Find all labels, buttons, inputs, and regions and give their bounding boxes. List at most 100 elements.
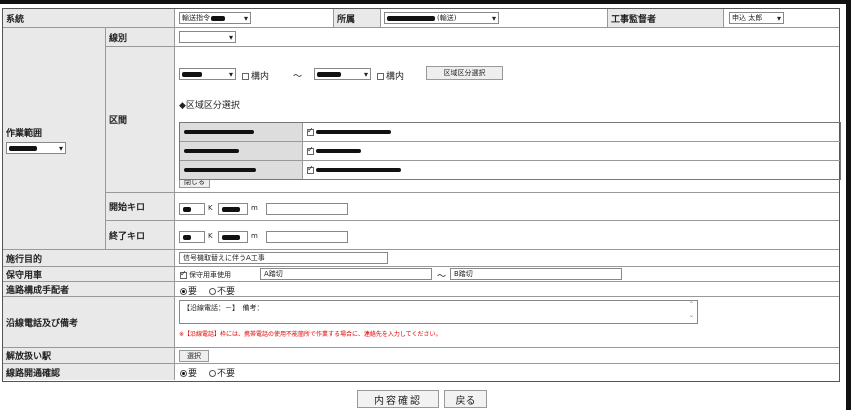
vehicle-tilde: ～ — [437, 272, 447, 282]
within-station-1[interactable]: 構内 — [242, 69, 269, 82]
scroll-down-icon[interactable]: ⌄ — [689, 312, 695, 319]
subsection-checkbox[interactable] — [307, 145, 314, 155]
chevron-down-icon: ▾ — [228, 70, 233, 79]
track-guard-row: 進路構成手配者 要 不要 — [3, 282, 839, 297]
section-to-select[interactable]: ▾ — [314, 68, 371, 80]
start-km-row: 開始キロ K m — [106, 193, 839, 221]
redacted-text — [183, 206, 191, 212]
track-guard-yes[interactable]: 要 — [180, 284, 197, 297]
end-m-input[interactable] — [218, 231, 248, 243]
application-form: 系統 輸送指令 ▾ 所属 (輸送) ▾ 工事監督者 申込 太郎 ▾ 作業範囲 ▾… — [2, 8, 841, 382]
vehicle-use[interactable]: 保守用車使用 — [180, 269, 231, 280]
chevron-down-icon: ▾ — [363, 70, 368, 79]
section-select-title: ◆区域区分選択 — [179, 101, 240, 111]
redacted-text — [222, 206, 240, 212]
subsection-checkbox[interactable] — [307, 126, 314, 136]
scroll-up-icon[interactable]: ⌃ — [689, 301, 695, 308]
purpose-input[interactable]: 信号機取替えに伴うA工事 — [179, 252, 388, 264]
end-k-input[interactable] — [179, 231, 205, 243]
redacted-text — [387, 15, 435, 21]
section-tilde: ～ — [293, 72, 303, 82]
top-border — [0, 0, 851, 4]
purpose-row: 施行目的 信号機取替えに伴うA工事 — [3, 250, 839, 267]
work-range-cell: 作業範囲 ▾ — [3, 28, 106, 250]
start-m-input[interactable] — [218, 203, 248, 215]
section-from-select[interactable]: ▾ — [179, 68, 236, 80]
back-button[interactable]: 戻る — [444, 390, 487, 408]
start-m-unit: m — [251, 204, 258, 212]
supervisor-select[interactable]: 申込 太郎 ▾ — [729, 12, 784, 24]
within-station-1-checkbox[interactable] — [242, 73, 249, 80]
section-select-button[interactable]: 区域区分選択 — [426, 66, 503, 80]
radio-yes[interactable] — [180, 288, 187, 295]
redacted-text — [316, 168, 401, 172]
subsection-right[interactable] — [303, 142, 840, 160]
subsection-left — [180, 123, 303, 141]
system-label: 系統 — [3, 9, 175, 27]
subsection-row — [180, 142, 840, 161]
redacted-text — [9, 145, 37, 151]
radio-no-label: 不要 — [217, 369, 236, 379]
radio-yes[interactable] — [180, 370, 187, 377]
vehicle-to-input[interactable]: B踏切 — [450, 268, 622, 280]
line-open-label: 線路開通確認 — [3, 364, 175, 380]
redacted-text — [184, 149, 239, 153]
redacted-text — [182, 71, 202, 77]
within-station-1-label: 構内 — [251, 72, 270, 82]
affiliation-select[interactable]: (輸送) ▾ — [384, 12, 499, 24]
redacted-text — [316, 130, 391, 134]
vehicle-checkbox[interactable] — [180, 269, 187, 279]
supervisor-value: 申込 太郎 — [732, 14, 763, 22]
within-station-2-checkbox[interactable] — [377, 73, 384, 80]
vehicle-row: 保守用車 保守用車使用 A踏切 ～ B踏切 — [3, 267, 839, 282]
form-page: 系統 輸送指令 ▾ 所属 (輸送) ▾ 工事監督者 申込 太郎 ▾ 作業範囲 ▾… — [0, 0, 851, 410]
redacted-text — [211, 15, 225, 21]
release-station-select-button[interactable]: 選択 — [179, 350, 209, 362]
end-km-label: 終了キロ — [106, 221, 175, 249]
system-select[interactable]: 輸送指令 ▾ — [179, 12, 251, 24]
textarea-scrollbar[interactable]: ⌃ ⌄ — [689, 301, 695, 323]
supervisor-label: 工事監督者 — [607, 9, 724, 27]
line-open-row: 線路開通確認 要 不要 — [3, 364, 839, 380]
end-km-extra-input[interactable] — [266, 231, 348, 243]
phone-value: 【沿線電話：－】 備考： — [183, 304, 264, 312]
radio-no[interactable] — [209, 288, 216, 295]
phone-row: 沿線電話及び備考 【沿線電話：－】 備考： ⌃ ⌄ ※【沿線電話】枠には、携帯電話… — [3, 297, 839, 348]
work-range-select[interactable]: ▾ — [6, 142, 66, 154]
redacted-text — [184, 130, 254, 134]
subsection-row — [180, 161, 840, 179]
track-guard-label: 進路構成手配者 — [3, 282, 175, 296]
line-open-yes[interactable]: 要 — [180, 366, 197, 379]
radio-yes-label: 要 — [188, 369, 198, 379]
phone-note: ※【沿線電話】枠には、携帯電話の使用不能箇所で作業する場合に、連絡先を入力してく… — [179, 331, 442, 338]
subsection-right[interactable] — [303, 161, 840, 179]
subsection-row — [180, 123, 840, 142]
confirm-button[interactable]: 内容確認 — [357, 390, 439, 408]
line-select[interactable]: ▾ — [179, 31, 236, 43]
vehicle-label: 保守用車 — [3, 267, 175, 281]
release-station-row: 解放扱い駅 選択 — [3, 348, 839, 364]
redacted-text — [183, 234, 191, 240]
start-km-extra-input[interactable] — [266, 203, 348, 215]
subsection-checkbox[interactable] — [307, 164, 314, 174]
start-km-label: 開始キロ — [106, 193, 175, 220]
work-range-label: 作業範囲 — [6, 129, 43, 139]
within-station-2[interactable]: 構内 — [377, 69, 404, 82]
radio-no[interactable] — [209, 370, 216, 377]
release-station-label: 解放扱い駅 — [3, 348, 175, 363]
redacted-text — [316, 149, 361, 153]
vehicle-from-input[interactable]: A踏切 — [260, 268, 432, 280]
purpose-label: 施行目的 — [3, 250, 175, 266]
phone-textarea[interactable]: 【沿線電話：－】 備考： ⌃ ⌄ — [179, 300, 698, 324]
affiliation-label: 所属 — [333, 9, 381, 27]
subsection-right[interactable] — [303, 123, 840, 141]
start-k-input[interactable] — [179, 203, 205, 215]
radio-yes-label: 要 — [188, 287, 198, 297]
radio-no-label: 不要 — [217, 287, 236, 297]
subsection-table — [179, 122, 841, 180]
line-row: 線別 ▾ — [106, 28, 839, 47]
redacted-text — [184, 168, 256, 172]
line-open-no[interactable]: 不要 — [209, 366, 235, 379]
end-km-row: 終了キロ K m — [106, 221, 839, 250]
track-guard-no[interactable]: 不要 — [209, 284, 235, 297]
